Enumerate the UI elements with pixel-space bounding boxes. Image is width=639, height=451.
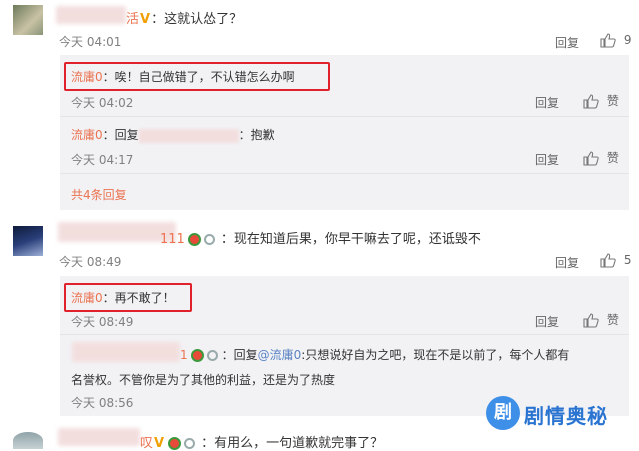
timestamp: 今天 08:56 [71, 396, 134, 410]
like-count: 9 [623, 33, 632, 47]
reply-button[interactable]: 回复 [555, 34, 579, 51]
like-label: 赞 [606, 94, 619, 108]
reply-body-continued: 名誉权。不管你是为了其他的利益，还是为了热度 [71, 373, 336, 387]
avatar[interactable] [13, 5, 43, 35]
username[interactable]: 流庸0 [71, 128, 103, 142]
vip-badge-icon: V [140, 12, 151, 27]
watermelon-badge-icon [190, 349, 204, 362]
like-button[interactable]: 5 [600, 253, 631, 268]
reply-button[interactable]: 回复 [535, 151, 559, 168]
reply-body: ：抱歉 [238, 128, 275, 142]
reply-prefix: ：回复 [221, 348, 258, 362]
redacted-mention [138, 128, 239, 143]
watermark-logo-icon: 剧 [486, 396, 520, 430]
reply-button[interactable]: 回复 [535, 94, 559, 111]
like-button[interactable]: 9 [600, 33, 631, 48]
redacted-username [72, 342, 180, 362]
reply-body: :只想说好自为之吧，现在不是以前了，每个人都有 [301, 348, 570, 362]
comment-body: ：这就认怂了？ [151, 12, 243, 27]
reply-text: 流庸0：再不敢了！ [71, 289, 175, 306]
comment-text: 叹V ：有用么，一句道歉就完事了？ [140, 432, 383, 451]
reply-text: 流庸0：唉！自己做错了，不认错怎么办啊 [71, 68, 295, 85]
like-count: 5 [623, 253, 632, 267]
mention-link[interactable]: @流庸0 [258, 348, 302, 362]
watermelon-badge-icon [187, 233, 201, 246]
avatar[interactable] [13, 226, 43, 256]
avatar[interactable] [13, 432, 43, 449]
comment-text: 活V：这就认怂了？ [126, 8, 242, 27]
like-button[interactable]: 赞 [583, 149, 619, 166]
redacted-username [58, 428, 140, 446]
reply-button[interactable]: 回复 [535, 313, 559, 330]
thumb-up-icon [600, 253, 616, 268]
reply-text: 1 ：回复@流庸0:只想说好自为之吧，现在不是以前了，每个人都有 [180, 346, 569, 363]
username[interactable]: 111 [160, 232, 185, 247]
divider [60, 334, 629, 335]
username[interactable]: 1 [180, 348, 188, 362]
username[interactable]: 流庸0 [71, 291, 103, 305]
divider [60, 116, 629, 117]
medal-badge-icon [203, 234, 215, 245]
reply-body: ：唉！自己做错了，不认错怎么办啊 [102, 70, 295, 84]
medal-badge-icon [184, 438, 196, 449]
watermark-text: 剧情奥秘 [524, 404, 608, 428]
thumb-up-icon [600, 33, 616, 48]
divider [60, 173, 629, 174]
like-label: 赞 [606, 313, 619, 327]
timestamp: 今天 08:49 [59, 255, 122, 269]
timestamp: 今天 04:02 [71, 96, 134, 110]
timestamp: 今天 08:49 [71, 315, 134, 329]
thumb-up-icon [583, 151, 599, 166]
comment-text: 111 ：现在知道后果，你早干嘛去了呢，还诋毁不 [160, 228, 481, 247]
redacted-username [58, 222, 176, 242]
reply-button[interactable]: 回复 [555, 254, 579, 271]
comment-body: ：现在知道后果，你早干嘛去了呢，还诋毁不 [220, 232, 481, 247]
like-button[interactable]: 赞 [583, 311, 619, 328]
like-label: 赞 [606, 151, 619, 165]
like-button[interactable]: 赞 [583, 92, 619, 109]
timestamp: 今天 04:17 [71, 153, 134, 167]
redacted-username [56, 6, 126, 24]
reply-text: 流庸0：回复 ：抱歉 [71, 126, 275, 143]
thumb-up-icon [583, 94, 599, 109]
reply-body: ：再不敢了！ [102, 291, 175, 305]
reply-prefix: ：回复 [102, 128, 139, 142]
username[interactable]: 活 [126, 12, 139, 27]
thumb-up-icon [583, 313, 599, 328]
username[interactable]: 流庸0 [71, 70, 103, 84]
watermelon-badge-icon [168, 437, 182, 450]
medal-badge-icon [206, 350, 218, 361]
timestamp: 今天 04:01 [59, 35, 122, 49]
more-replies-link[interactable]: 共4条回复 [71, 186, 127, 203]
